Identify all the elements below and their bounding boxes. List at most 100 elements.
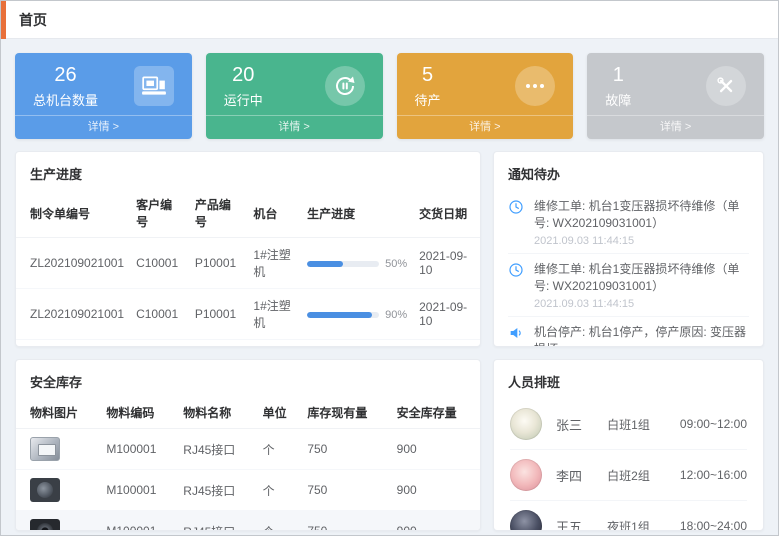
notice-text: 维修工单: 机台1变压器损坏待维修（单号: WX202109031001） [534,261,749,296]
detail-link[interactable]: 详情 > [15,115,192,139]
notice-content: 维修工单: 机台1变压器损坏待维修（单号: WX202109031001） 20… [534,198,749,247]
mes-dashboard: 首页 26 总机台数量 [0,0,779,536]
schedule-row: 张三 白班1组 09:00~12:00 [510,399,747,450]
stat-label: 运行中 [224,90,263,109]
cell-on-hand: 750 [301,429,390,470]
progress-percent: 50 [385,258,407,270]
table-row: ZL202109021001 C10001 P10001 1#注塑机 50 20… [16,340,480,348]
cell-order-no: ZL202109021001 [16,289,130,340]
stat-label: 待产 [415,90,441,109]
cell-unit: 个 [257,470,302,511]
cell-safety-qty: 900 [391,470,480,511]
machine-icon [134,66,174,106]
cell-product-no: P10001 [189,289,248,340]
stat-value: 1 [605,63,631,87]
safety-stock-panel: 安全库存 物料图片 物料编码 物料名称 单位 库存现有量 安全库存量 [15,359,481,531]
panel-title: 安全库存 [16,360,480,397]
cell-date: 2021-09-10 [413,340,480,348]
notices-panel: 通知待办 维修工单: 机台1变压器损坏待维修（单号: WX20210903100… [493,151,764,347]
notice-text: 维修工单: 机台1变压器损坏待维修（单号: WX202109031001） [534,198,749,233]
col-date: 交货日期 [413,189,480,238]
stat-cards: 26 总机台数量 详情 > [15,53,764,139]
cell-material-code: M100001 [100,511,177,532]
avatar [510,408,542,440]
panel-title: 生产进度 [16,152,480,189]
stat-info: 5 待产 [415,63,441,109]
table-row: ZL202109021001 C10001 P10001 1#注塑机 90 20… [16,289,480,340]
cell-safety-qty: 900 [391,429,480,470]
notice-item[interactable]: 维修工单: 机台1变压器损坏待维修（单号: WX202109031001） 20… [508,254,749,317]
schedule-row: 李四 白班2组 12:00~16:00 [510,450,747,501]
col-material-name: 物料名称 [177,397,256,429]
notice-item[interactable]: 机台停产: 机台1停产，停产原因: 变压器损坏 2021.09.03 11:44… [508,317,749,347]
cell-machine: 1#注塑机 [247,238,301,289]
stat-value: 5 [415,63,441,87]
notice-item[interactable]: 维修工单: 机台1变压器损坏待维修（单号: WX202109031001） 20… [508,191,749,254]
cell-customer-no: C10001 [130,289,189,340]
stat-value: 20 [224,63,263,87]
detail-link[interactable]: 详情 > [587,115,764,139]
notice-time: 2021.09.03 11:44:15 [534,298,749,310]
cell-on-hand: 750 [301,470,390,511]
production-progress-panel: 生产进度 制令单编号 客户编号 产品编号 机台 生产进度 交货日期 [15,151,481,347]
col-order-no: 制令单编号 [16,189,130,238]
stat-card-fault[interactable]: 1 故障 详情 > [587,53,764,139]
col-product-no: 产品编号 [189,189,248,238]
table-row: M100001 RJ45接口 个 750 900 [16,429,480,470]
cell-material-image [16,429,100,470]
staff-time: 18:00~24:00 [680,519,747,531]
stat-info: 26 总机台数量 [33,63,98,109]
cell-progress: 50 [301,340,413,348]
avatar [510,459,542,491]
notice-text: 机台停产: 机台1停产，停产原因: 变压器损坏 [534,324,749,347]
detail-link[interactable]: 详情 > [206,115,383,139]
cell-machine: 1#注塑机 [247,289,301,340]
stat-card-running[interactable]: 20 运行中 详情 > [206,53,383,139]
stat-label: 故障 [605,90,631,109]
col-unit: 单位 [257,397,302,429]
cell-order-no: ZL202109021001 [16,238,130,289]
left-accent-strip [1,1,6,39]
col-machine: 机台 [247,189,301,238]
page-title: 首页 [19,10,47,30]
stat-value: 26 [33,63,98,87]
cell-material-name: RJ45接口 [177,429,256,470]
cell-on-hand: 750 [301,511,390,532]
panel-title: 通知待办 [494,152,763,189]
clock-icon [508,198,526,247]
detail-link[interactable]: 详情 > [397,115,574,139]
stat-card-body: 1 故障 [587,53,764,115]
cell-material-code: M100001 [100,429,177,470]
notice-time: 2021.09.03 11:44:15 [534,235,749,247]
bottom-row: 安全库存 物料图片 物料编码 物料名称 单位 库存现有量 安全库存量 [15,359,764,531]
cell-machine: 1#注塑机 [247,340,301,348]
col-safety-qty: 安全库存量 [391,397,480,429]
panel-title: 人员排班 [494,360,763,397]
stat-card-pending[interactable]: 5 待产 详情 > [397,53,574,139]
fault-tools-icon [706,66,746,106]
staff-shift: 白班2组 [607,467,680,484]
stat-info: 20 运行中 [224,63,263,109]
progress-bar [307,312,379,318]
col-customer-no: 客户编号 [130,189,189,238]
staff-shift: 夜班1组 [607,518,680,532]
staff-name: 张三 [556,415,607,434]
notice-list: 维修工单: 机台1变压器损坏待维修（单号: WX202109031001） 20… [494,189,763,347]
table-header-row: 制令单编号 客户编号 产品编号 机台 生产进度 交货日期 [16,189,480,238]
staff-name: 李四 [556,466,607,485]
cell-unit: 个 [257,429,302,470]
cell-safety-qty: 900 [391,511,480,532]
notice-content: 机台停产: 机台1停产，停产原因: 变压器损坏 2021.09.03 11:44… [534,324,749,347]
waiting-ellipsis-icon [515,66,555,106]
production-table: 制令单编号 客户编号 产品编号 机台 生产进度 交货日期 ZL202109021… [16,189,480,347]
cell-material-image [16,511,100,532]
running-icon [325,66,365,106]
stat-card-body: 5 待产 [397,53,574,115]
cell-material-code: M100001 [100,470,177,511]
cell-material-name: RJ45接口 [177,470,256,511]
staff-time: 09:00~12:00 [680,417,747,431]
schedule-list: 张三 白班1组 09:00~12:00 李四 白班2组 12:00~16:00 … [494,397,763,531]
col-progress: 生产进度 [301,189,413,238]
clock-icon [508,261,526,310]
stat-card-total-machines[interactable]: 26 总机台数量 详情 > [15,53,192,139]
